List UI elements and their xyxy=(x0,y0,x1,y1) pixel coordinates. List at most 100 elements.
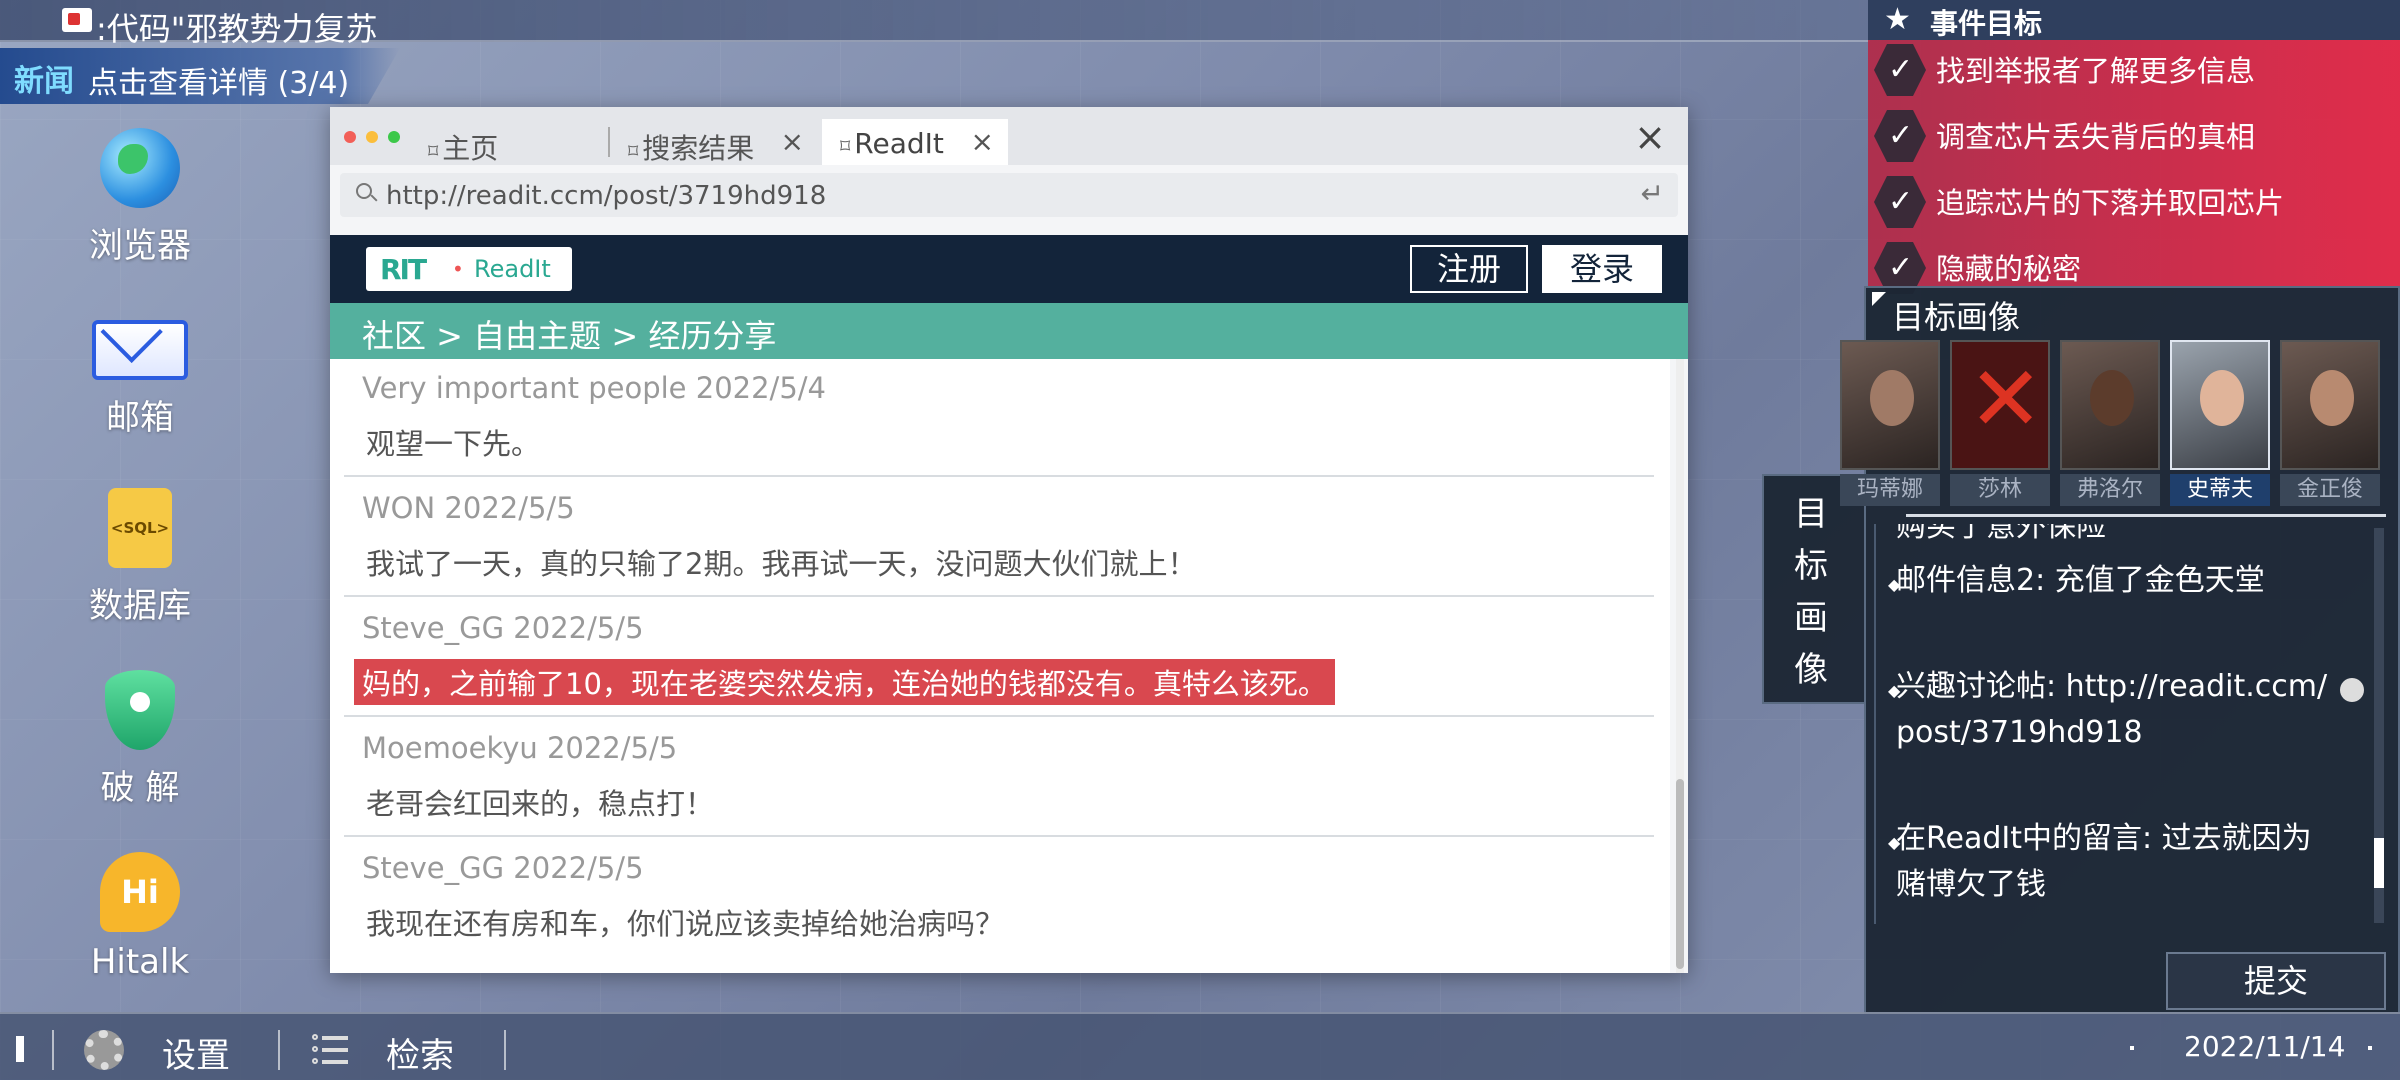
goal-text: 调查芯片丢失背后的真相 xyxy=(1936,120,2256,154)
clue-item: ◆ 在ReadIt中的留言: 过去就因为赌博欠了钱 xyxy=(1888,816,2336,908)
tab-label: 搜索结果 xyxy=(642,132,755,165)
portrait-face xyxy=(2310,370,2354,426)
portrait-name: 玛蒂娜 xyxy=(1840,474,1940,506)
readit-logo[interactable]: RIT • ReadIt xyxy=(366,247,572,291)
taskbar-separator xyxy=(504,1030,506,1070)
tab-search-results[interactable]: ⌑ 搜索结果 × xyxy=(610,119,818,165)
news-banner[interactable]: 新闻 点击查看详情 (3/4) xyxy=(0,48,400,104)
tab-home[interactable]: ⌑ 主页 xyxy=(410,119,590,165)
clue-list[interactable]: 购买了意外保险 ◆ 邮件信息2: 充值了金色天堂 ◆ 兴趣讨论帖: http:/… xyxy=(1874,524,2374,924)
globe-icon[interactable] xyxy=(2340,678,2364,702)
post-body-highlighted[interactable]: 妈的，之前输了10，现在老婆突然发病，连治她的钱都没有。真特么该死。 xyxy=(354,659,1335,705)
clue-item: ◆ 兴趣讨论帖: http://readit.ccm/post/3719hd91… xyxy=(1888,664,2336,756)
taskbar-separator xyxy=(278,1030,280,1070)
portrait-martina[interactable] xyxy=(1840,340,1940,470)
tab-label: 主页 xyxy=(442,132,499,165)
login-button[interactable]: 登录 xyxy=(1542,245,1662,293)
news-flag-icon xyxy=(62,8,92,32)
bullet-icon: ◆ xyxy=(1888,833,1901,852)
check-icon: ✓ xyxy=(1874,176,1926,228)
portrait-flor[interactable] xyxy=(2060,340,2160,470)
window-close-dot[interactable] xyxy=(344,131,356,143)
post-meta: Very important people 2022/5/4 xyxy=(362,371,826,405)
desktop-icon-label: 邮箱 xyxy=(106,398,174,438)
logo-mark: RIT xyxy=(380,253,427,286)
globe-icon xyxy=(100,128,180,208)
desktop-icon-browser[interactable]: 浏览器 xyxy=(70,128,210,267)
post-meta: Moemoekyu 2022/5/5 xyxy=(362,731,678,765)
submit-button[interactable]: 提交 xyxy=(2166,952,2386,1010)
settings-button[interactable]: 设置 xyxy=(162,1028,230,1077)
shield-icon xyxy=(105,670,175,750)
desktop-icon-database[interactable]: <SQL> 数据库 xyxy=(70,488,210,627)
desktop-icon-crack[interactable]: 破 解 xyxy=(70,670,210,809)
breadcrumb-text[interactable]: 社区 > 自由主题 > 经历分享 xyxy=(362,311,776,357)
list-icon[interactable] xyxy=(312,1034,348,1064)
side-tab-char: 标 xyxy=(1794,546,1828,586)
post-item: Steve_GG 2022/5/5 我现在还有房和车，你们说应该卖掉给她治病吗？ xyxy=(344,835,1654,955)
post-item: Very important people 2022/5/4 观望一下先。 xyxy=(344,359,1654,475)
logo-name: ReadIt xyxy=(474,255,551,283)
post-body[interactable]: 我现在还有房和车，你们说应该卖掉给她治病吗？ xyxy=(362,899,1008,945)
clue-text: 邮件信息2: 充值了金色天堂 xyxy=(1896,563,2265,598)
window-maximize-dot[interactable] xyxy=(388,131,400,143)
portrait-kim[interactable] xyxy=(2280,340,2380,470)
post-meta: Steve_GG 2022/5/5 xyxy=(362,611,644,645)
gear-icon[interactable] xyxy=(84,1030,124,1070)
search-icon xyxy=(356,183,372,199)
portrait-name-selected: 史蒂夫 xyxy=(2170,474,2270,506)
goal-text: 找到举报者了解更多信息 xyxy=(1936,54,2256,88)
case-title: :代码"邪教势力复苏 xyxy=(96,10,378,48)
taskbar-date: 2022/11/14 xyxy=(2184,1030,2346,1063)
register-button[interactable]: 注册 xyxy=(1410,245,1528,293)
cross-icon: ✕ xyxy=(1968,347,2044,452)
breadcrumb: 社区 > 自由主题 > 经历分享 xyxy=(330,303,1688,359)
portrait-face xyxy=(2090,370,2134,426)
clue-scrollbar[interactable] xyxy=(2374,528,2384,923)
portrait-face xyxy=(1870,370,1914,426)
bullet-icon: ◆ xyxy=(1888,681,1901,700)
portrait-name: 弗洛尔 xyxy=(2060,474,2160,506)
post-body[interactable]: 我试了一天，真的只输了2期。我再试一天，没问题大伙们就上！ xyxy=(362,539,1200,585)
desktop-icon-hitalk[interactable]: Hi Hitalk xyxy=(70,852,210,982)
scrollbar-thumb[interactable] xyxy=(1676,779,1684,969)
desktop-icon-label: 破 解 xyxy=(100,768,180,808)
post-body[interactable]: 老哥会红回来的，稳点打！ xyxy=(362,779,718,825)
taskbar-marker xyxy=(16,1036,24,1062)
mail-icon xyxy=(92,320,188,380)
logo-dot: • xyxy=(452,257,464,281)
address-bar[interactable]: http://readit.ccm/post/3719hd918 ↵ xyxy=(340,173,1678,217)
enter-icon[interactable]: ↵ xyxy=(1641,177,1664,210)
portrait-shalin[interactable]: ✕ xyxy=(1950,340,2050,470)
desktop-icon-mail[interactable]: 邮箱 xyxy=(70,310,210,439)
browser-window: ⌑ 主页 ⌑ 搜索结果 × ⌑ ReadIt × × http://readit.cc… xyxy=(330,107,1688,973)
goals-header: ★ 事件目标 xyxy=(1868,0,2400,40)
bullet-icon: ◆ xyxy=(1888,575,1901,594)
portrait-steve[interactable] xyxy=(2170,340,2270,470)
goal-text: 隐藏的秘密 xyxy=(1936,252,2082,286)
tab-readit[interactable]: ⌑ ReadIt × xyxy=(822,119,1008,165)
desktop-icon-label: Hitalk xyxy=(90,942,190,982)
side-tab-char: 像 xyxy=(1794,650,1828,690)
bookmark-icon: ⌑ xyxy=(840,134,851,158)
post-item: Moemoekyu 2022/5/5 老哥会红回来的，稳点打！ xyxy=(344,715,1654,835)
profile-side-tab[interactable]: 目 标 画 像 xyxy=(1762,474,1864,704)
profile-title: 目标画像 xyxy=(1892,298,2021,336)
tab-close-icon[interactable]: × xyxy=(781,125,804,158)
goal-text: 追踪芯片的下落并取回芯片 xyxy=(1936,186,2285,220)
search-button[interactable]: 检索 xyxy=(386,1028,454,1077)
url-text[interactable]: http://readit.ccm/post/3719hd918 xyxy=(386,181,826,211)
post-item: Steve_GG 2022/5/5 妈的，之前输了10，现在老婆突然发病，连治她… xyxy=(344,595,1654,715)
profile-divider xyxy=(1906,514,2386,517)
scrollbar-thumb[interactable] xyxy=(2374,838,2384,888)
post-body[interactable]: 观望一下先。 xyxy=(362,419,544,465)
tab-close-icon[interactable]: × xyxy=(971,125,994,158)
close-icon[interactable]: × xyxy=(1634,115,1666,159)
desktop-icon-label: 数据库 xyxy=(89,586,191,626)
clue-text: 兴趣讨论帖: http://readit.ccm/post/3719hd918 xyxy=(1896,669,2328,750)
window-minimize-dot[interactable] xyxy=(366,131,378,143)
goal-item: ✓ 找到举报者了解更多信息 xyxy=(1874,40,2394,100)
taskbar: 设置 检索 2022/11/14 xyxy=(0,1012,2400,1080)
post-meta: WON 2022/5/5 xyxy=(362,491,575,525)
post-scrollbar[interactable] xyxy=(1676,359,1684,973)
